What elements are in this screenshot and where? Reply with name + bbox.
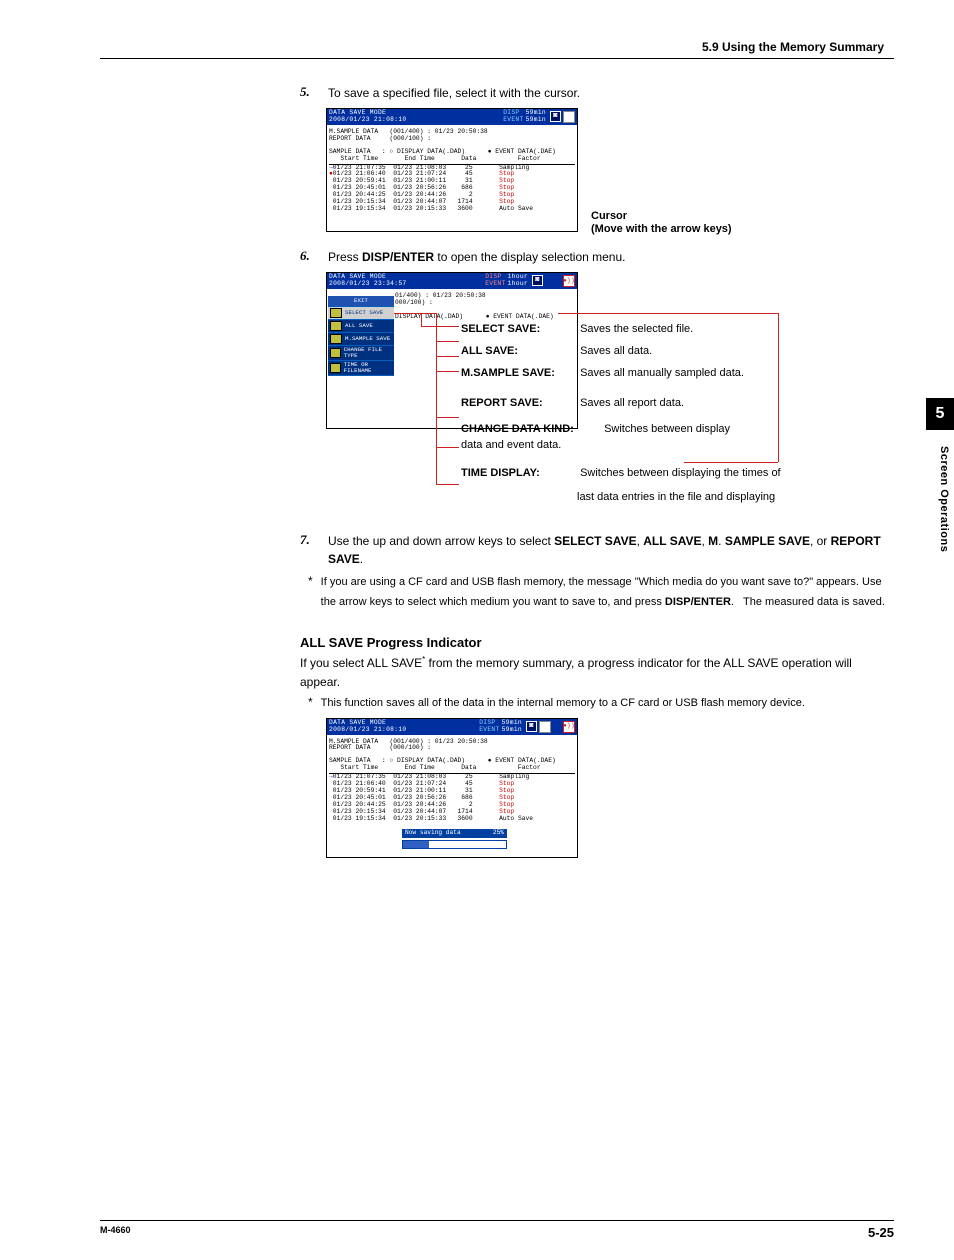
- step-6: 6. Press DISP/ENTER to open the display …: [300, 248, 894, 266]
- table-row: 01/23 19:15:34 01/23 20:15:33 3600 Auto …: [329, 206, 575, 213]
- callout-change-data-kind: CHANGE DATA KIND: Switches between displ…: [461, 422, 781, 454]
- footer-left: M-4660: [100, 1225, 131, 1240]
- footer-page-number: 5-25: [868, 1225, 894, 1240]
- cursor-side-label: Cursor (Move with the arrow keys): [591, 210, 732, 236]
- record-icon: ●)): [563, 721, 575, 733]
- callout-line: [436, 447, 459, 448]
- saving-label: Now saving data: [405, 830, 461, 837]
- menu-item-msample-save[interactable]: M.SAMPLE SAVE: [328, 333, 394, 346]
- camera-icon: ◙: [526, 721, 537, 732]
- callout-msample-save: M.SAMPLE SAVE: Saves all manually sample…: [461, 366, 781, 382]
- save-icon: [330, 334, 342, 344]
- callout-line: [436, 484, 459, 485]
- callout-all-save: ALL SAVE: Saves all data.: [461, 344, 781, 360]
- progress-fill: [403, 841, 429, 848]
- fig2-menu: EXIT SELECT SAVE ALL SAVE M.SAMPLE SAVE: [328, 296, 394, 376]
- callout-line: [393, 313, 436, 314]
- fig3-titlebar: DATA SAVE MODE 2008/01/23 21:08:10 DISPE…: [327, 719, 577, 735]
- save-icon: [330, 321, 342, 331]
- save-icon: [330, 308, 342, 318]
- menu-item-select-save[interactable]: SELECT SAVE: [328, 307, 394, 320]
- fig1-sub-b: REPORT DATA (000/100) :: [329, 136, 575, 143]
- figure-3-wrap: DATA SAVE MODE 2008/01/23 21:08:10 DISPE…: [326, 718, 894, 858]
- step-6-text: Press DISP/ENTER to open the display sel…: [328, 248, 626, 266]
- fig2-legend: DISPLAY DATA(.DAD) ● EVENT DATA(.DAE): [395, 314, 575, 321]
- fig1-datetime: 2008/01/23 21:08:10: [329, 116, 407, 123]
- fig1-body: M.SAMPLE DATA (001/400) : 01/23 20:50:38…: [327, 125, 577, 231]
- figure-1-wrap: DATA SAVE MODE 2008/01/23 21:08:10 DISPE…: [326, 108, 894, 232]
- fig3-time-label: 59min59min: [500, 720, 524, 734]
- fig3-body: M.SAMPLE DATA (001/400) : 01/23 20:50:38…: [327, 735, 577, 857]
- callout-select-save: SELECT SAVE: Saves the selected file.: [461, 322, 781, 338]
- fig2-datetime: 2008/01/23 23:34:57: [329, 280, 407, 287]
- asterisk-icon: *: [308, 695, 313, 712]
- subsection-para: If you select ALL SAVE* from the memory …: [300, 654, 894, 691]
- saving-percent: 25%: [493, 830, 504, 837]
- fig2-time-label: 1hour1hour: [506, 274, 530, 288]
- fig3-table: SAMPLE DATA : ○ DISPLAY DATA(.DAD) ● EVE…: [329, 758, 575, 822]
- callout-time-display: TIME DISPLAY: Switches between displayin…: [461, 466, 781, 506]
- step-5-text: To save a specified file, select it with…: [328, 84, 580, 102]
- camera-icon: ◙: [532, 275, 543, 286]
- chapter-tab: 5: [926, 398, 954, 430]
- callout-report-save: REPORT SAVE: Saves all report data.: [461, 396, 781, 412]
- fig3-datetime: 2008/01/23 21:08:10: [329, 726, 407, 733]
- asterisk-icon: *: [308, 574, 313, 611]
- step-number: 7.: [300, 532, 316, 568]
- figure-2-wrap: DATA SAVE MODE 2008/01/23 23:34:57 DISPE…: [326, 272, 894, 492]
- equalizer-icon: [539, 721, 551, 733]
- callout-line: [436, 341, 459, 342]
- figure-2-callouts: SELECT SAVE: Saves the selected file. AL…: [461, 322, 781, 512]
- file-icon: [330, 348, 341, 358]
- menu-item-all-save[interactable]: ALL SAVE: [328, 320, 394, 333]
- menu-item-change-file-type[interactable]: CHANGE FILE TYPE: [328, 346, 394, 361]
- subsection-title: ALL SAVE Progress Indicator: [300, 635, 894, 650]
- menu-item-time-or-filename[interactable]: TIME OR FILENAME: [328, 361, 394, 376]
- fig2-disp-label: DISPEVENT: [485, 274, 505, 288]
- figure-3: DATA SAVE MODE 2008/01/23 21:08:10 DISPE…: [326, 718, 578, 858]
- fig2-sub-b: 000/100) :: [395, 300, 575, 307]
- callout-line: [421, 326, 459, 327]
- fig1-time-label: 59min59min: [524, 110, 548, 124]
- star-note-2: * This function saves all of the data in…: [308, 695, 894, 712]
- page-footer: M-4660 5-25: [100, 1220, 894, 1240]
- star-note-1: * If you are using a CF card and USB fla…: [308, 574, 894, 611]
- camera-icon: ◙: [550, 111, 561, 122]
- fig1-titlebar: DATA SAVE MODE 2008/01/23 21:08:10 DISPE…: [327, 109, 577, 125]
- menu-item-exit[interactable]: EXIT: [328, 296, 394, 307]
- fig1-disp-label: DISPEVENT: [503, 110, 523, 124]
- fig2-titlebar: DATA SAVE MODE 2008/01/23 23:34:57 DISPE…: [327, 273, 577, 289]
- progress-bar: [402, 840, 507, 849]
- callout-line: [421, 313, 422, 326]
- callout-line: [436, 371, 459, 372]
- progress-indicator: Now saving data 25%: [402, 829, 507, 849]
- callout-line: [558, 313, 778, 314]
- table-row: 01/23 19:15:34 01/23 20:15:33 3600 Auto …: [329, 816, 575, 823]
- step-number: 6.: [300, 248, 316, 266]
- callout-line: [436, 313, 437, 484]
- fig1-table: SAMPLE DATA : ○ DISPLAY DATA(.DAD) ● EVE…: [329, 149, 575, 213]
- callout-line: [436, 417, 459, 418]
- record-icon: ●)): [563, 275, 575, 287]
- step-number: 5.: [300, 84, 316, 102]
- fig3-disp-label: DISPEVENT: [479, 720, 499, 734]
- step-7: 7. Use the up and down arrow keys to sel…: [300, 532, 894, 568]
- callout-line: [436, 356, 459, 357]
- chapter-side-label: Screen Operations: [938, 446, 950, 552]
- clock-icon: [330, 363, 341, 373]
- figure-1: DATA SAVE MODE 2008/01/23 21:08:10 DISPE…: [326, 108, 578, 232]
- step-7-text: Use the up and down arrow keys to select…: [328, 532, 894, 568]
- equalizer-icon: [563, 111, 575, 123]
- fig3-sub-b: REPORT DATA (000/100) :: [329, 745, 575, 752]
- section-header: 5.9 Using the Memory Summary: [100, 40, 894, 59]
- step-5: 5. To save a specified file, select it w…: [300, 84, 894, 102]
